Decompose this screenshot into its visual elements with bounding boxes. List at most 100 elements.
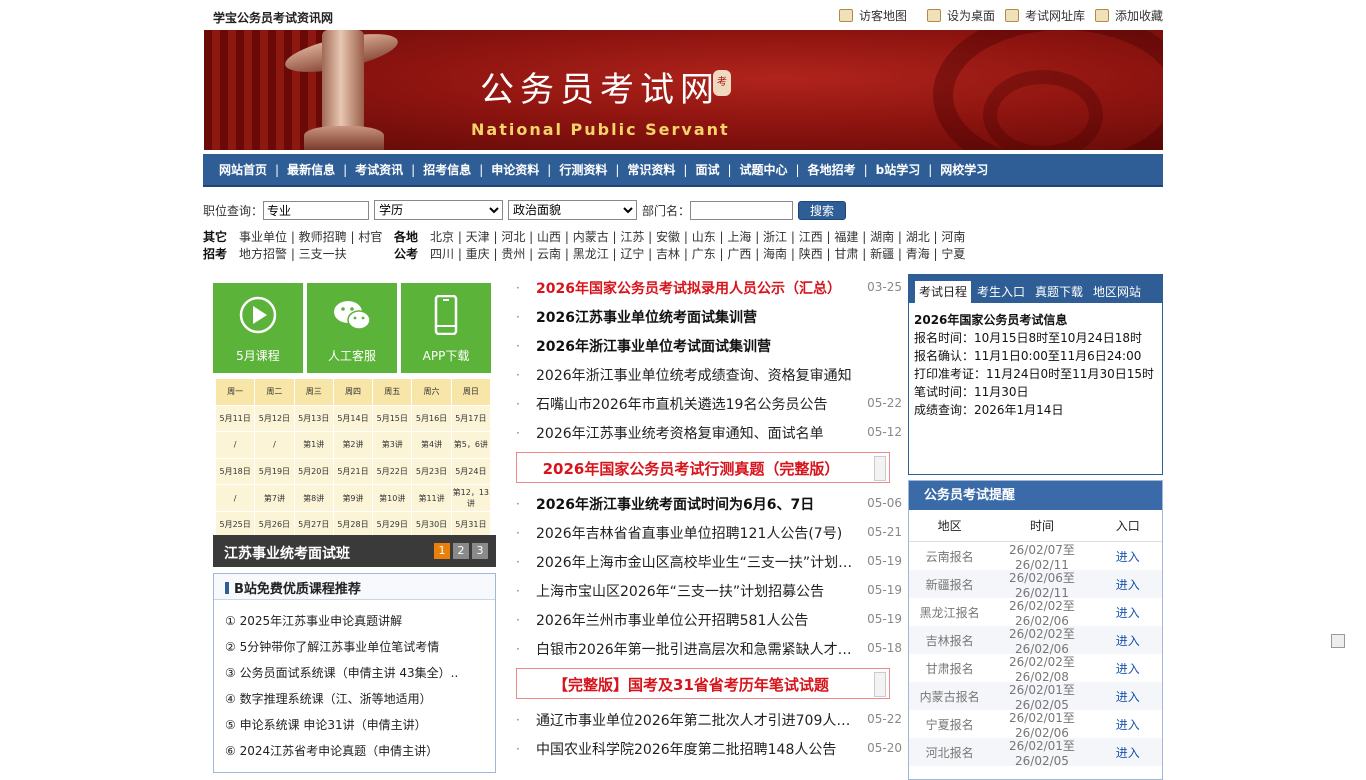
news-item[interactable]: · 2026年浙江事业单位考试面试集训营 xyxy=(516,336,902,365)
table-cell: 周一 xyxy=(214,378,256,406)
nav-latest[interactable]: 最新信息 xyxy=(287,161,335,178)
news-item[interactable]: · 2026年吉林省省直事业单位招聘121人公告(7号) 05-21 xyxy=(516,523,902,552)
enter-link[interactable]: 进入 xyxy=(1094,576,1162,593)
slide-page-2[interactable]: 2 xyxy=(453,543,469,559)
table-cell: 5月19日 xyxy=(254,457,295,486)
position-search: 职位查询： 学历 政治面貌 部门名： 搜索 xyxy=(203,200,847,220)
may-course-tile[interactable]: 5月课程 xyxy=(213,283,303,373)
nav-divider: | xyxy=(727,162,732,177)
nav-xingce[interactable]: 行测资料 xyxy=(559,161,607,178)
bullet: · xyxy=(516,281,520,295)
play-icon xyxy=(239,296,277,334)
list-item[interactable]: ③ 公务员面试系统课（申倩主讲 43集全）.. xyxy=(225,664,495,690)
news-item[interactable]: · 2026江苏事业单位统考面试集训营 xyxy=(516,307,902,336)
swirl-decoration-small xyxy=(983,70,1103,150)
nav-exam-center[interactable]: 试题中心 xyxy=(740,161,788,178)
province-links-row2[interactable]: 四川 | 重庆 | 贵州 | 云南 | 黑龙江 | 辽宁 | 吉林 | 广东 |… xyxy=(430,245,965,263)
tab-past-papers[interactable]: 真题下载 xyxy=(1031,281,1087,303)
enter-link[interactable]: 进入 xyxy=(1094,716,1162,733)
phone-icon xyxy=(434,295,458,335)
table-cell: 周四 xyxy=(332,378,374,406)
news-item[interactable]: · 中国农业科学院2026年度第二批招聘148人公告 05-20 xyxy=(516,739,902,768)
tab-exam-schedule[interactable]: 考试日程 xyxy=(915,281,972,303)
tab-regional-sites[interactable]: 地区网站 xyxy=(1089,281,1145,303)
position-input[interactable] xyxy=(263,200,370,220)
course-box-title: B站免费优质课程推荐 xyxy=(234,582,361,597)
scroll-arrows-icon[interactable] xyxy=(874,672,886,697)
course-schedule-table[interactable]: 周一 周二 周三 周四 周五 周六 周日 5月11日 5月12日 5月13日 5月14日 5月15日… xyxy=(214,378,492,539)
app-download-tile[interactable]: APP下载 xyxy=(401,283,491,373)
list-item[interactable]: ⑤ 申论系统课 申论31讲（申倩主讲） xyxy=(225,716,495,742)
visitor-map-link[interactable]: 访客地图 xyxy=(838,7,907,24)
course-list: ① 2025年江苏事业申论真题讲解 ② 5分钟带你了解江苏事业单位笔试考情 ③ … xyxy=(214,600,495,768)
news-item[interactable]: · 2026年江苏事业统考资格复审通知、面试名单 05-12 xyxy=(516,423,902,452)
table-row: 河北报名 26/02/01至26/02/05 进入 xyxy=(909,738,1162,768)
column-header: 入口 xyxy=(1115,519,1140,533)
table-cell: 第10讲 xyxy=(372,484,413,512)
enter-link[interactable]: 进入 xyxy=(1094,604,1162,621)
course-box-header: B站免费优质课程推荐 xyxy=(214,574,495,600)
nav-exam-news[interactable]: 考试资讯 xyxy=(355,161,403,178)
news-item[interactable]: · 2026年兰州市事业单位公开招聘581人公告 05-19 xyxy=(516,610,902,639)
nav-divider: | xyxy=(275,162,280,177)
education-select[interactable]: 学历 xyxy=(374,200,504,220)
politics-select[interactable]: 政治面貌 xyxy=(508,200,638,220)
news-item[interactable]: · 2026年国家公务员考试拟录用人员公示（汇总） 03-25 xyxy=(516,278,902,307)
nav-recruit[interactable]: 招考信息 xyxy=(423,161,471,178)
news-item[interactable]: · 2026年浙江事业单位统考成绩查询、资格复审通知 xyxy=(516,365,902,394)
slide-caption[interactable]: 江苏事业统考面试班 xyxy=(224,543,350,563)
search-button[interactable]: 搜索 xyxy=(798,200,847,220)
customer-service-tile[interactable]: 人工客服 xyxy=(307,283,397,373)
news-item[interactable]: · 通辽市事业单位2026年第二批次人才引进709人公告 05-22 xyxy=(516,710,902,739)
reminder-title: 公务员考试提醒 xyxy=(909,481,1162,510)
nav-divider: | xyxy=(863,162,868,177)
nav-local-recruit[interactable]: 各地招考 xyxy=(808,161,856,178)
list-item[interactable]: ④ 数字推理系统课（江、浙等地适用） xyxy=(225,690,495,716)
other-links-row2[interactable]: 地方招警 | 三支一扶 xyxy=(239,245,347,263)
highlight-banner[interactable]: 【完整版】国考及31省省考历年笔试试题 xyxy=(516,668,890,699)
scroll-arrows-icon[interactable] xyxy=(874,456,886,481)
list-item[interactable]: ⑥ 2024江苏省考申论真题（申倩主讲） xyxy=(225,742,495,768)
bullet: · xyxy=(516,368,520,382)
nav-bilibili[interactable]: b站学习 xyxy=(876,161,921,178)
list-item[interactable]: ① 2025年江苏事业申论真题讲解 xyxy=(225,612,495,638)
nav-shenlun[interactable]: 申论资料 xyxy=(491,161,539,178)
slide-page-3[interactable]: 3 xyxy=(472,543,488,559)
list-item[interactable]: ② 5分钟带你了解江苏事业单位笔试考情 xyxy=(225,638,495,664)
set-desktop-link[interactable]: 设为桌面 xyxy=(926,7,995,24)
slide-page-1[interactable]: 1 xyxy=(434,543,450,559)
other-links-row1[interactable]: 事业单位 | 教师招聘 | 村官 xyxy=(239,228,382,246)
news-item[interactable]: ·白银市2026年第一批引进高层次和急需紧缺人才2026年公告05-18 xyxy=(516,639,902,668)
news-item[interactable]: · 石嘴山市2026年市直机关遴选19名公务员公告 05-22 xyxy=(516,394,902,423)
enter-link[interactable]: 进入 xyxy=(1094,660,1162,677)
nav-home[interactable]: 网站首页 xyxy=(219,161,267,178)
enter-link[interactable]: 进入 xyxy=(1094,548,1162,565)
exam-url-library-link[interactable]: 考试网址库 xyxy=(1004,7,1085,24)
highlight-banner[interactable]: 2026年国家公务员考试行测真题（完整版） xyxy=(516,452,890,483)
news-item[interactable]: · 上海市宝山区2026年“三支一扶”计划招募公告 05-19 xyxy=(516,581,902,610)
dept-label: 部门名： xyxy=(642,203,691,218)
enter-link[interactable]: 进入 xyxy=(1094,632,1162,649)
dept-input[interactable] xyxy=(690,200,794,220)
broken-image-icon[interactable] xyxy=(1331,634,1345,648)
main-nav: 网站首页 | 最新信息 | 考试资讯 | 招考信息 | 申论资料 | 行测资料 | 常识资料… xyxy=(203,154,1163,187)
enter-link[interactable]: 进入 xyxy=(1094,744,1162,761)
nav-interview[interactable]: 面试 xyxy=(695,161,719,178)
news-item[interactable]: ·2026年上海市金山区高校毕业生“三支一扶”计划招募公告05-19 xyxy=(516,552,902,581)
add-favorite-link[interactable]: 添加收藏 xyxy=(1094,7,1163,24)
province-links-row1[interactable]: 北京 | 天津 | 河北 | 山西 | 内蒙古 | 江苏 | 安徽 | 山东 |… xyxy=(430,228,965,246)
nav-online-school[interactable]: 网校学习 xyxy=(940,161,988,178)
bullet: · xyxy=(516,613,520,627)
enter-link[interactable]: 进入 xyxy=(1094,688,1162,705)
bilibili-course-box: B站免费优质课程推荐 ① 2025年江苏事业申论真题讲解 ② 5分钟带你了解江苏… xyxy=(213,573,496,773)
table-cell: 周日 xyxy=(450,378,492,406)
bullet: · xyxy=(516,742,520,756)
table-cell: 周六 xyxy=(411,378,452,406)
table-cell: 5月24日 xyxy=(450,457,492,486)
news-item[interactable]: · 2026年浙江事业统考面试时间为6月6、7日 05-06 xyxy=(516,494,902,523)
table-row: 5月11日 5月12日 5月13日 5月14日 5月15日 5月16日 5月17日 xyxy=(214,404,492,433)
nav-changshi[interactable]: 常识资料 xyxy=(627,161,675,178)
exam-info-line: 报名确认：11月1日0:00至11月6日24:00 xyxy=(914,349,1142,363)
table-row: 5月18日 5月19日 5月20日 5月21日 5月22日 5月23日 5月24日 xyxy=(214,457,492,486)
tab-candidate-entry[interactable]: 考生入口 xyxy=(973,281,1029,303)
